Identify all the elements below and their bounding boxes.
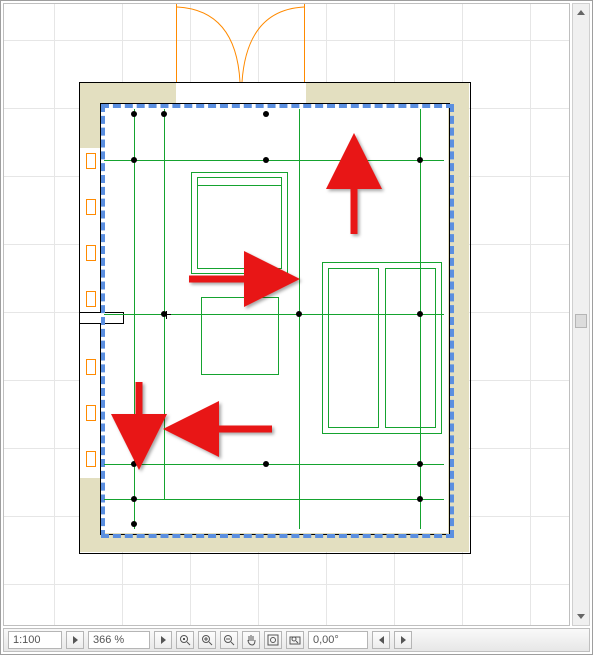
furniture-detail	[328, 268, 379, 428]
zoom-out-button[interactable]	[220, 631, 238, 649]
scroll-down-icon	[577, 614, 585, 619]
edit-handle[interactable]	[131, 461, 137, 467]
edit-handle[interactable]	[131, 496, 137, 502]
furniture-detail	[197, 177, 282, 186]
window-marker[interactable]	[86, 153, 96, 169]
zoom-value: 366 %	[93, 634, 124, 646]
angle-value: 0,00°	[313, 634, 339, 646]
zoom-in-icon	[201, 634, 213, 646]
edit-handle[interactable]	[417, 461, 423, 467]
pan-button[interactable]	[242, 631, 260, 649]
zoom-window-icon	[289, 634, 301, 646]
scroll-up-icon	[577, 10, 585, 15]
app-window: 1:100 366 % 0,00°	[0, 0, 593, 655]
angle-next-button[interactable]	[394, 631, 412, 649]
scale-value: 1:100	[13, 634, 41, 646]
door-frame	[176, 4, 177, 82]
snap-guide	[104, 464, 444, 465]
pan-hand-icon	[245, 634, 257, 646]
zoom-fit-icon	[267, 634, 279, 646]
step-next-icon	[161, 636, 166, 644]
edit-handle[interactable]	[263, 461, 269, 467]
zoom-step-button[interactable]	[154, 631, 172, 649]
zoom-fit-button[interactable]	[264, 631, 282, 649]
edit-handle[interactable]	[161, 111, 167, 117]
window-marker[interactable]	[86, 451, 96, 467]
window-marker[interactable]	[86, 245, 96, 261]
step-next-icon	[73, 636, 78, 644]
scale-field[interactable]: 1:100	[8, 631, 62, 649]
angle-step-next-icon	[401, 636, 406, 644]
vertical-scrollbar[interactable]	[572, 3, 590, 626]
window-marker[interactable]	[86, 291, 96, 307]
furniture-bed[interactable]	[322, 262, 442, 434]
door-frame	[304, 4, 305, 82]
edit-handle[interactable]	[417, 311, 423, 317]
edit-handle[interactable]	[131, 111, 137, 117]
angle-step-prev-icon	[379, 636, 384, 644]
angle-prev-button[interactable]	[372, 631, 390, 649]
zoom-selection-button[interactable]	[176, 631, 194, 649]
edit-handle[interactable]	[263, 111, 269, 117]
drawing-canvas[interactable]	[3, 3, 570, 626]
zoom-out-icon	[223, 634, 235, 646]
origin-marker	[163, 314, 171, 315]
scale-step-button[interactable]	[66, 631, 84, 649]
scroll-down-button[interactable]	[573, 608, 589, 625]
edit-handle[interactable]	[263, 157, 269, 163]
furniture-detail	[385, 268, 436, 428]
furniture-rug[interactable]	[201, 297, 279, 375]
furniture-sofa[interactable]	[191, 172, 288, 274]
snap-guide	[104, 499, 444, 500]
angle-field[interactable]: 0,00°	[308, 631, 368, 649]
scroll-up-button[interactable]	[573, 4, 589, 21]
edit-handle[interactable]	[417, 496, 423, 502]
snap-guide	[164, 109, 165, 499]
zoom-in-button[interactable]	[198, 631, 216, 649]
vscroll-thumb[interactable]	[575, 314, 587, 328]
edit-handle[interactable]	[296, 311, 302, 317]
edit-handle[interactable]	[131, 521, 137, 527]
edit-handle[interactable]	[417, 157, 423, 163]
furniture-detail	[197, 185, 282, 269]
window-marker[interactable]	[86, 405, 96, 421]
window-marker[interactable]	[86, 359, 96, 375]
status-bar: 1:100 366 % 0,00°	[3, 628, 590, 652]
edit-handle[interactable]	[131, 157, 137, 163]
zoom-selection-icon	[179, 634, 191, 646]
window-marker[interactable]	[86, 199, 96, 215]
snap-guide	[299, 109, 300, 529]
snap-guide	[104, 160, 444, 161]
zoom-field[interactable]: 366 %	[88, 631, 150, 649]
zoom-window-button[interactable]	[286, 631, 304, 649]
